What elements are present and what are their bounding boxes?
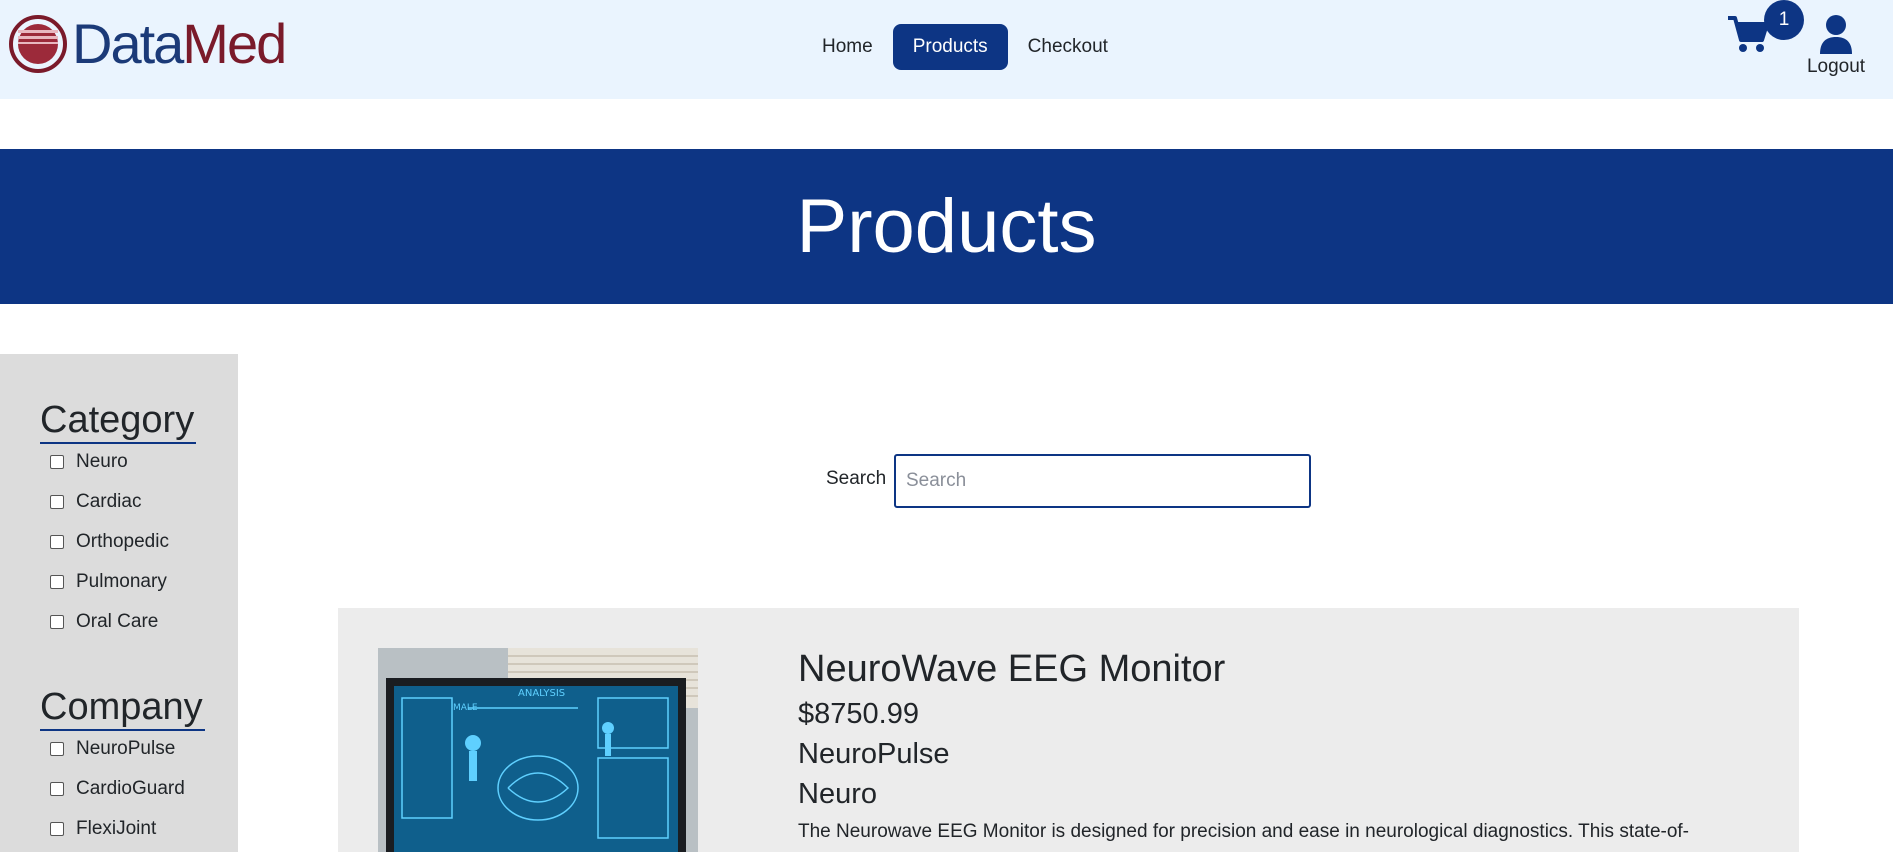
- nav-checkout[interactable]: Checkout: [1008, 24, 1128, 70]
- checkbox[interactable]: [50, 535, 64, 549]
- user-icon: [1820, 15, 1852, 54]
- product-name[interactable]: NeuroWave EEG Monitor: [798, 648, 1225, 691]
- search-label: Search: [826, 468, 887, 489]
- product-description: The Neurowave EEG Monitor is designed fo…: [798, 821, 1690, 842]
- product-company: NeuroPulse: [798, 738, 950, 770]
- filter-company-neuropulse[interactable]: NeuroPulse: [50, 735, 175, 763]
- svg-text:ANALYSIS: ANALYSIS: [518, 688, 565, 699]
- checkbox[interactable]: [50, 495, 64, 509]
- checkbox[interactable]: [50, 455, 64, 469]
- checkbox[interactable]: [50, 782, 64, 796]
- cart-count-badge: 1: [1764, 0, 1804, 40]
- filter-company-flexijoint[interactable]: FlexiJoint: [50, 815, 156, 843]
- filter-category-orthopedic[interactable]: Orthopedic: [50, 528, 169, 556]
- company-filter-title: Company: [40, 685, 205, 731]
- checkbox[interactable]: [50, 575, 64, 589]
- filter-category-cardiac[interactable]: Cardiac: [50, 488, 141, 516]
- product-price: $8750.99: [798, 698, 919, 730]
- logo-icon: [9, 15, 67, 73]
- svg-text:MALE: MALE: [453, 703, 478, 713]
- main-nav: Home Products Checkout: [802, 24, 1128, 70]
- category-filter-title: Category: [40, 398, 197, 444]
- page-title: Products: [796, 184, 1097, 269]
- nav-home[interactable]: Home: [802, 24, 893, 70]
- logout-label: Logout: [1806, 56, 1866, 77]
- checkbox[interactable]: [50, 742, 64, 756]
- nav-products[interactable]: Products: [892, 24, 1008, 70]
- checkbox[interactable]: [50, 822, 64, 836]
- brand-name: DataMed: [72, 12, 287, 75]
- product-category: Neuro: [798, 778, 877, 810]
- logout-button[interactable]: Logout: [1806, 14, 1866, 82]
- filter-category-neuro[interactable]: Neuro: [50, 448, 128, 476]
- top-navbar: DataMed Home Products Checkout 1 Logout: [0, 0, 1893, 99]
- filter-sidebar: Category Neuro Cardiac Orthopedic Pulmon…: [0, 354, 238, 852]
- filter-category-pulmonary[interactable]: Pulmonary: [50, 568, 167, 596]
- checkbox[interactable]: [50, 615, 64, 629]
- product-image[interactable]: ANALYSIS MALE: [378, 648, 698, 852]
- brand-logo[interactable]: DataMed: [8, 12, 287, 75]
- filter-company-cardioguard[interactable]: CardioGuard: [50, 775, 185, 803]
- product-card[interactable]: ANALYSIS MALE NeuroWave EEG Monitor $875…: [338, 608, 1799, 852]
- filter-category-oral-care[interactable]: Oral Care: [50, 608, 158, 636]
- page-banner: Products: [0, 149, 1893, 304]
- search-input[interactable]: [894, 454, 1311, 508]
